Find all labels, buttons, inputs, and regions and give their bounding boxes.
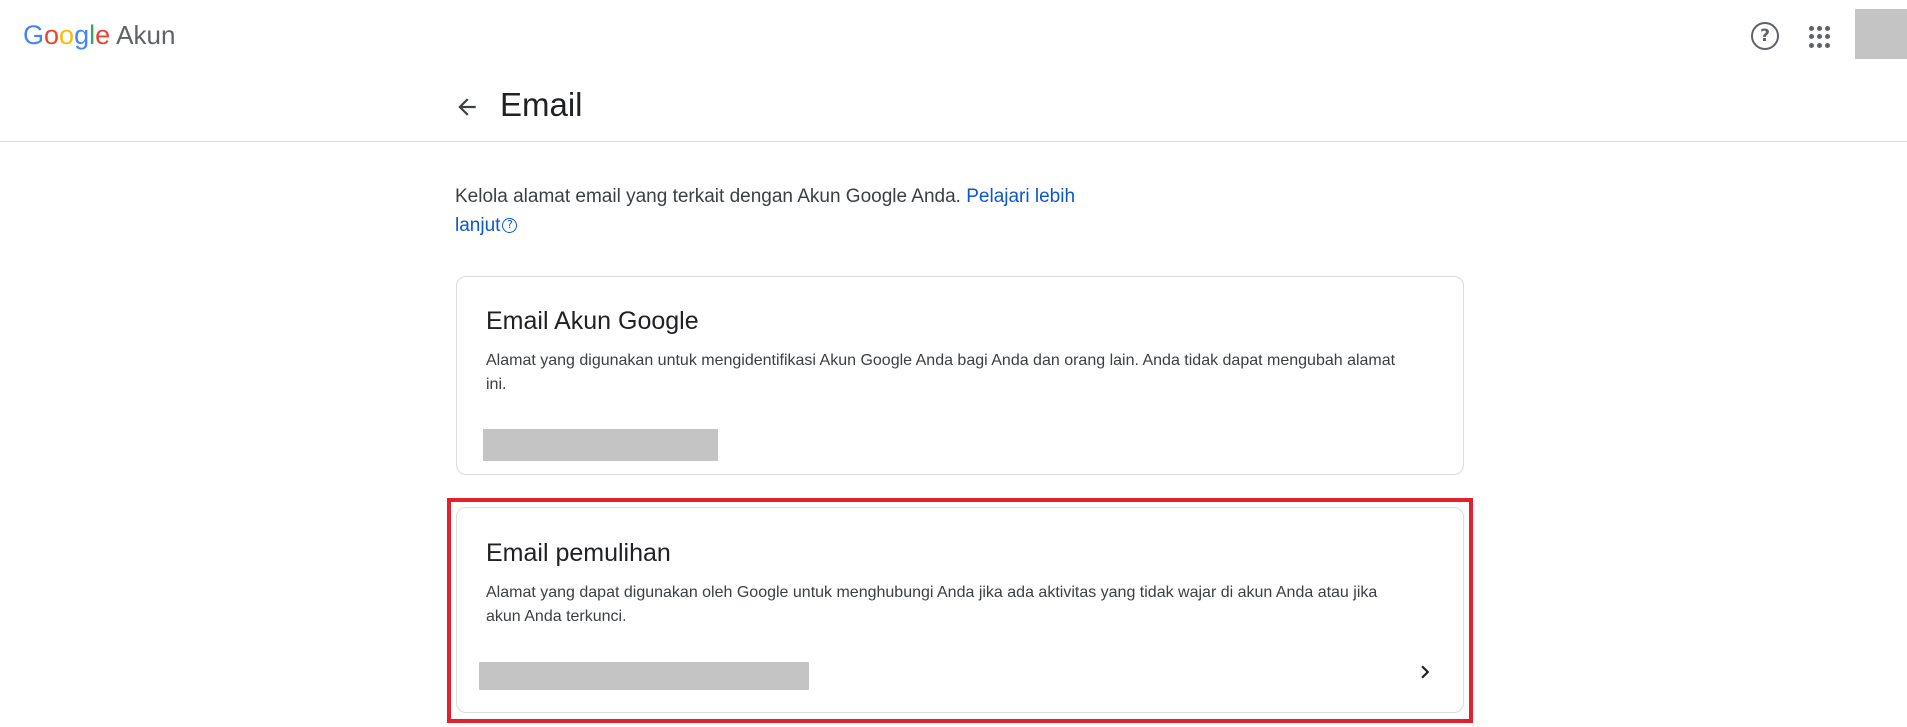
card-title: Email Akun Google	[486, 307, 699, 335]
intro-text: Kelola alamat email yang terkait dengan …	[455, 182, 1115, 240]
redacted-email	[483, 429, 718, 461]
info-icon: ?	[502, 218, 518, 234]
logo-letter: G	[23, 20, 45, 50]
logo-letter: o	[44, 20, 60, 50]
chevron-right-icon[interactable]	[1412, 659, 1438, 685]
logo-letter: e	[95, 20, 111, 50]
intro-description: Kelola alamat email yang terkait dengan …	[455, 186, 961, 207]
page-title: Email	[500, 86, 583, 123]
product-name: Akun	[116, 20, 176, 50]
avatar[interactable]	[1855, 9, 1907, 59]
top-app-bar: G o o g l e Akun ?	[0, 0, 1907, 72]
help-icon[interactable]: ?	[1751, 22, 1779, 50]
arrow-back-icon[interactable]	[454, 94, 480, 120]
page-header: Email	[0, 72, 1907, 142]
google-account-logo[interactable]: G o o g l e Akun	[23, 20, 175, 51]
logo-letter: o	[59, 20, 75, 50]
recovery-email-card[interactable]: Email pemulihan Alamat yang dapat diguna…	[456, 507, 1464, 713]
google-account-email-card: Email Akun Google Alamat yang digunakan …	[456, 276, 1464, 475]
card-description: Alamat yang dapat digunakan oleh Google …	[486, 584, 1378, 625]
card-description: Alamat yang digunakan untuk mengidentifi…	[486, 352, 1396, 393]
card-title: Email pemulihan	[486, 539, 671, 567]
apps-grid-icon[interactable]	[1809, 26, 1831, 48]
logo-letter: g	[74, 20, 90, 50]
redacted-email	[479, 662, 809, 690]
